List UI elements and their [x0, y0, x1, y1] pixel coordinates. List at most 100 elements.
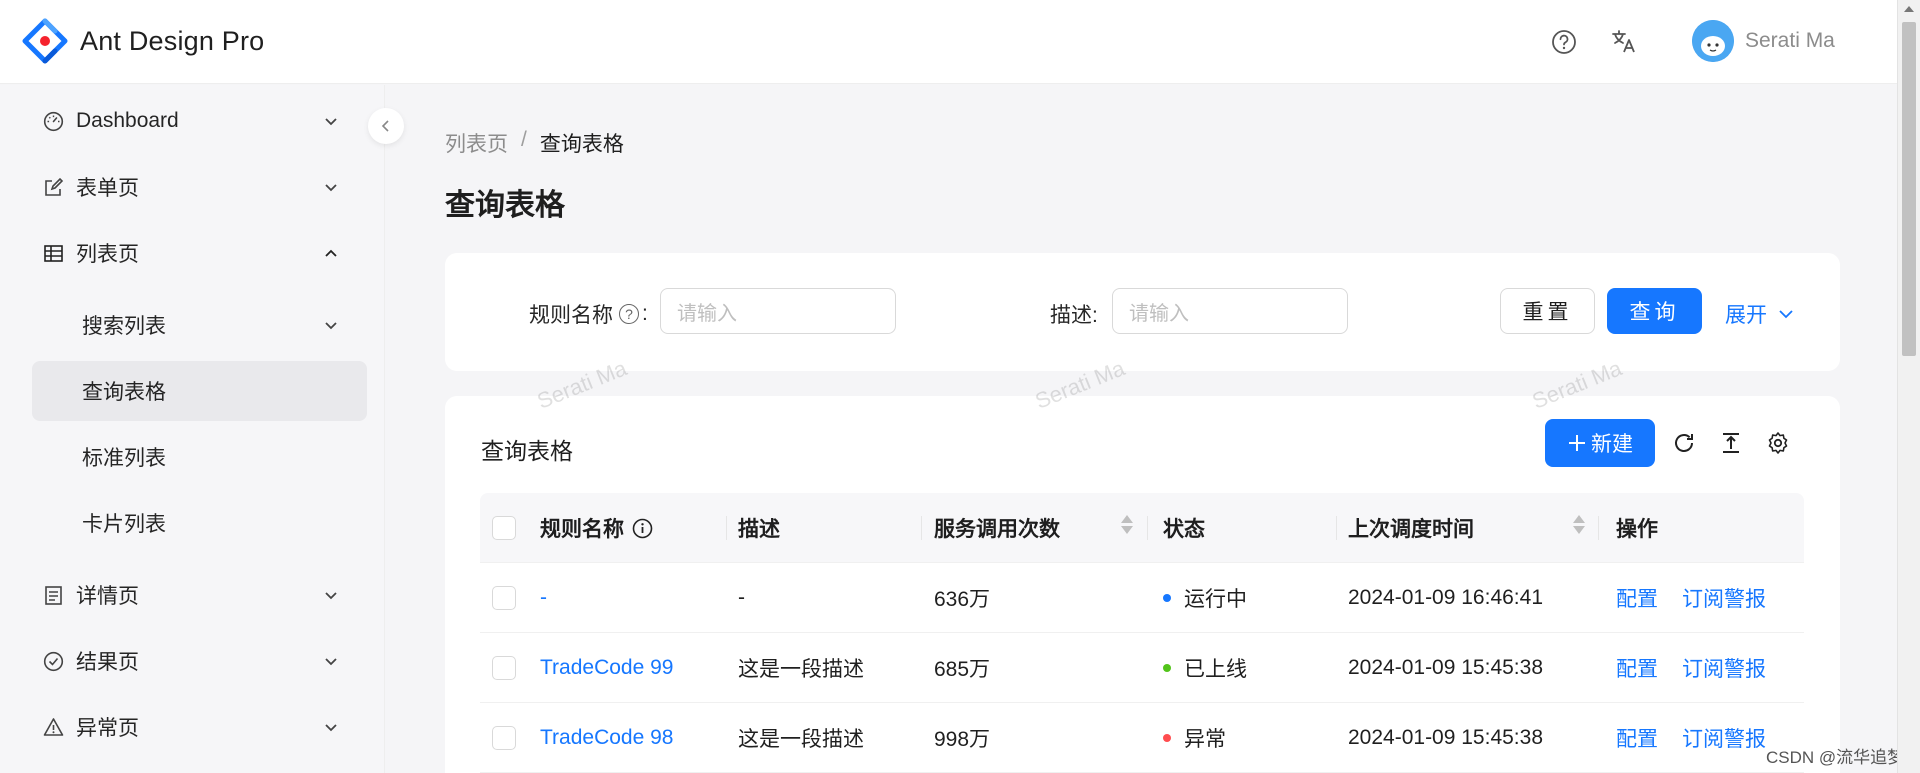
row-call-count: 998万: [934, 728, 991, 751]
sidebar-subitem-query-table[interactable]: 查询表格: [32, 361, 367, 421]
page-title: 查询表格: [445, 189, 565, 222]
status-text: 已上线: [1184, 658, 1247, 681]
table-header: 规则名称 描述 服务调用次数 状态 上次调度时间 操作: [480, 493, 1804, 563]
sort-caret-icon[interactable]: [1121, 515, 1133, 534]
breadcrumb-separator: /: [521, 128, 527, 151]
sidebar-collapse-button[interactable]: [368, 108, 404, 144]
sidebar-item-label: 标准列表: [82, 447, 166, 470]
rule-name-input[interactable]: 请输入: [660, 288, 896, 334]
app-logo[interactable]: Ant Design Pro: [22, 18, 264, 64]
desc-input[interactable]: 请输入: [1112, 288, 1348, 334]
desc-label: 描述:: [1050, 304, 1098, 327]
column-header-action: 操作: [1616, 518, 1658, 541]
expand-link[interactable]: 展开: [1725, 299, 1795, 329]
rule-name-link[interactable]: -: [540, 563, 547, 633]
sidebar-item-label: Dashboard: [76, 109, 179, 132]
status-dot: [1163, 734, 1171, 742]
select-all-checkbox[interactable]: [492, 516, 516, 540]
status-dot: [1163, 664, 1171, 672]
dashboard-icon: [42, 110, 64, 132]
warning-icon: [42, 716, 64, 738]
chevron-down-icon: [325, 184, 337, 192]
chevron-down-icon: [325, 658, 337, 666]
reset-button[interactable]: 重置: [1500, 288, 1595, 334]
sidebar-subitem-card-list[interactable]: 卡片列表: [32, 493, 367, 553]
scrollbar-thumb[interactable]: [1902, 22, 1916, 356]
sort-caret-icon[interactable]: [1573, 515, 1585, 534]
new-rule-button[interactable]: 新建: [1545, 419, 1655, 467]
plus-icon: [1569, 435, 1585, 451]
sidebar-item-profile[interactable]: 详情页: [32, 565, 367, 625]
sidebar-item-label: 查询表格: [82, 381, 166, 404]
status-text: 异常: [1184, 728, 1226, 751]
reload-icon[interactable]: [1671, 430, 1697, 456]
chevron-down-icon: [1779, 310, 1793, 319]
top-header: Ant Design Pro Serati Ma: [0, 0, 1897, 84]
subscribe-alert-link[interactable]: 订阅警报: [1682, 563, 1766, 633]
query-button[interactable]: 查询: [1607, 288, 1702, 334]
vertical-scrollbar[interactable]: [1897, 0, 1920, 773]
config-link[interactable]: 配置: [1616, 703, 1658, 773]
breadcrumb-current: 查询表格: [539, 133, 624, 156]
column-header-call-count[interactable]: 服务调用次数: [934, 493, 1060, 563]
sidebar-item-label: 表单页: [76, 177, 139, 200]
sidebar-item-label: 结果页: [76, 651, 139, 674]
row-checkbox[interactable]: [492, 586, 516, 610]
column-header-last-time[interactable]: 上次调度时间: [1348, 493, 1474, 563]
column-header-desc: 描述: [738, 518, 780, 541]
sidebar-item-result[interactable]: 结果页: [32, 631, 367, 691]
column-divider: [921, 516, 922, 540]
sidebar-item-form[interactable]: 表单页: [32, 157, 367, 217]
config-link[interactable]: 配置: [1616, 633, 1658, 703]
row-last-time: 2024-01-09 15:45:38: [1348, 726, 1543, 749]
sidebar-item-list[interactable]: 列表页: [32, 223, 367, 283]
rule-name-link[interactable]: TradeCode 99: [540, 633, 673, 703]
sidebar-subitem-standard-list[interactable]: 标准列表: [32, 427, 367, 487]
row-status: 异常: [1163, 703, 1226, 773]
row-checkbox[interactable]: [492, 726, 516, 750]
user-menu[interactable]: Serati Ma: [1692, 20, 1835, 62]
row-desc: -: [738, 586, 745, 609]
row-status: 已上线: [1163, 633, 1247, 703]
subscribe-alert-link[interactable]: 订阅警报: [1682, 703, 1766, 773]
column-header-status: 状态: [1163, 518, 1205, 541]
form-edit-icon: [42, 176, 64, 198]
info-circle-icon[interactable]: [632, 518, 653, 539]
chevron-left-icon: [381, 120, 389, 132]
row-checkbox[interactable]: [492, 656, 516, 680]
config-link[interactable]: 配置: [1616, 563, 1658, 633]
sidebar-subitem-search-list[interactable]: 搜索列表: [32, 295, 367, 355]
label-colon: :: [642, 302, 648, 325]
status-dot: [1163, 594, 1171, 602]
row-call-count: 636万: [934, 588, 991, 611]
rule-name-link[interactable]: TradeCode 98: [540, 703, 673, 773]
help-icon[interactable]: [1550, 28, 1578, 56]
username: Serati Ma: [1745, 29, 1835, 52]
new-button-label: 新建: [1591, 433, 1633, 456]
sidebar-item-label: 搜索列表: [82, 315, 166, 338]
question-circle-icon[interactable]: ?: [619, 304, 639, 324]
sidebar-item-exception[interactable]: 异常页: [32, 697, 367, 757]
table-icon: [42, 242, 64, 264]
column-divider: [1598, 516, 1599, 540]
subscribe-alert-link[interactable]: 订阅警报: [1682, 633, 1766, 703]
search-form-card: 规则名称 ? : 请输入 描述: 请输入 重置 查询 展开: [445, 253, 1840, 371]
row-desc: 这是一段描述: [738, 728, 864, 751]
table-card: 查询表格 新建 规则名称 描述 服务调用次数 状态 上次调度时间 操作 - -: [445, 396, 1840, 773]
setting-icon[interactable]: [1765, 430, 1791, 456]
avatar: [1692, 20, 1734, 62]
rule-name-label: 规则名称 ? :: [529, 299, 648, 329]
translate-icon[interactable]: [1610, 28, 1638, 56]
scroll-up-arrow-icon[interactable]: [1904, 6, 1914, 12]
chevron-up-icon: [325, 249, 337, 257]
sidebar-item-label: 列表页: [76, 243, 139, 266]
breadcrumb-parent[interactable]: 列表页: [445, 128, 508, 158]
row-desc: 这是一段描述: [738, 658, 864, 681]
sidebar-item-dashboard[interactable]: Dashboard: [32, 91, 367, 151]
column-height-icon[interactable]: [1718, 430, 1744, 456]
profile-icon: [42, 584, 64, 606]
sidebar-item-label: 卡片列表: [82, 513, 166, 536]
table-row: TradeCode 98 这是一段描述 998万 异常 2024-01-09 1…: [480, 703, 1804, 773]
footer-credit: CSDN @流华追梦: [1766, 748, 1905, 767]
app-name: Ant Design Pro: [80, 25, 265, 56]
